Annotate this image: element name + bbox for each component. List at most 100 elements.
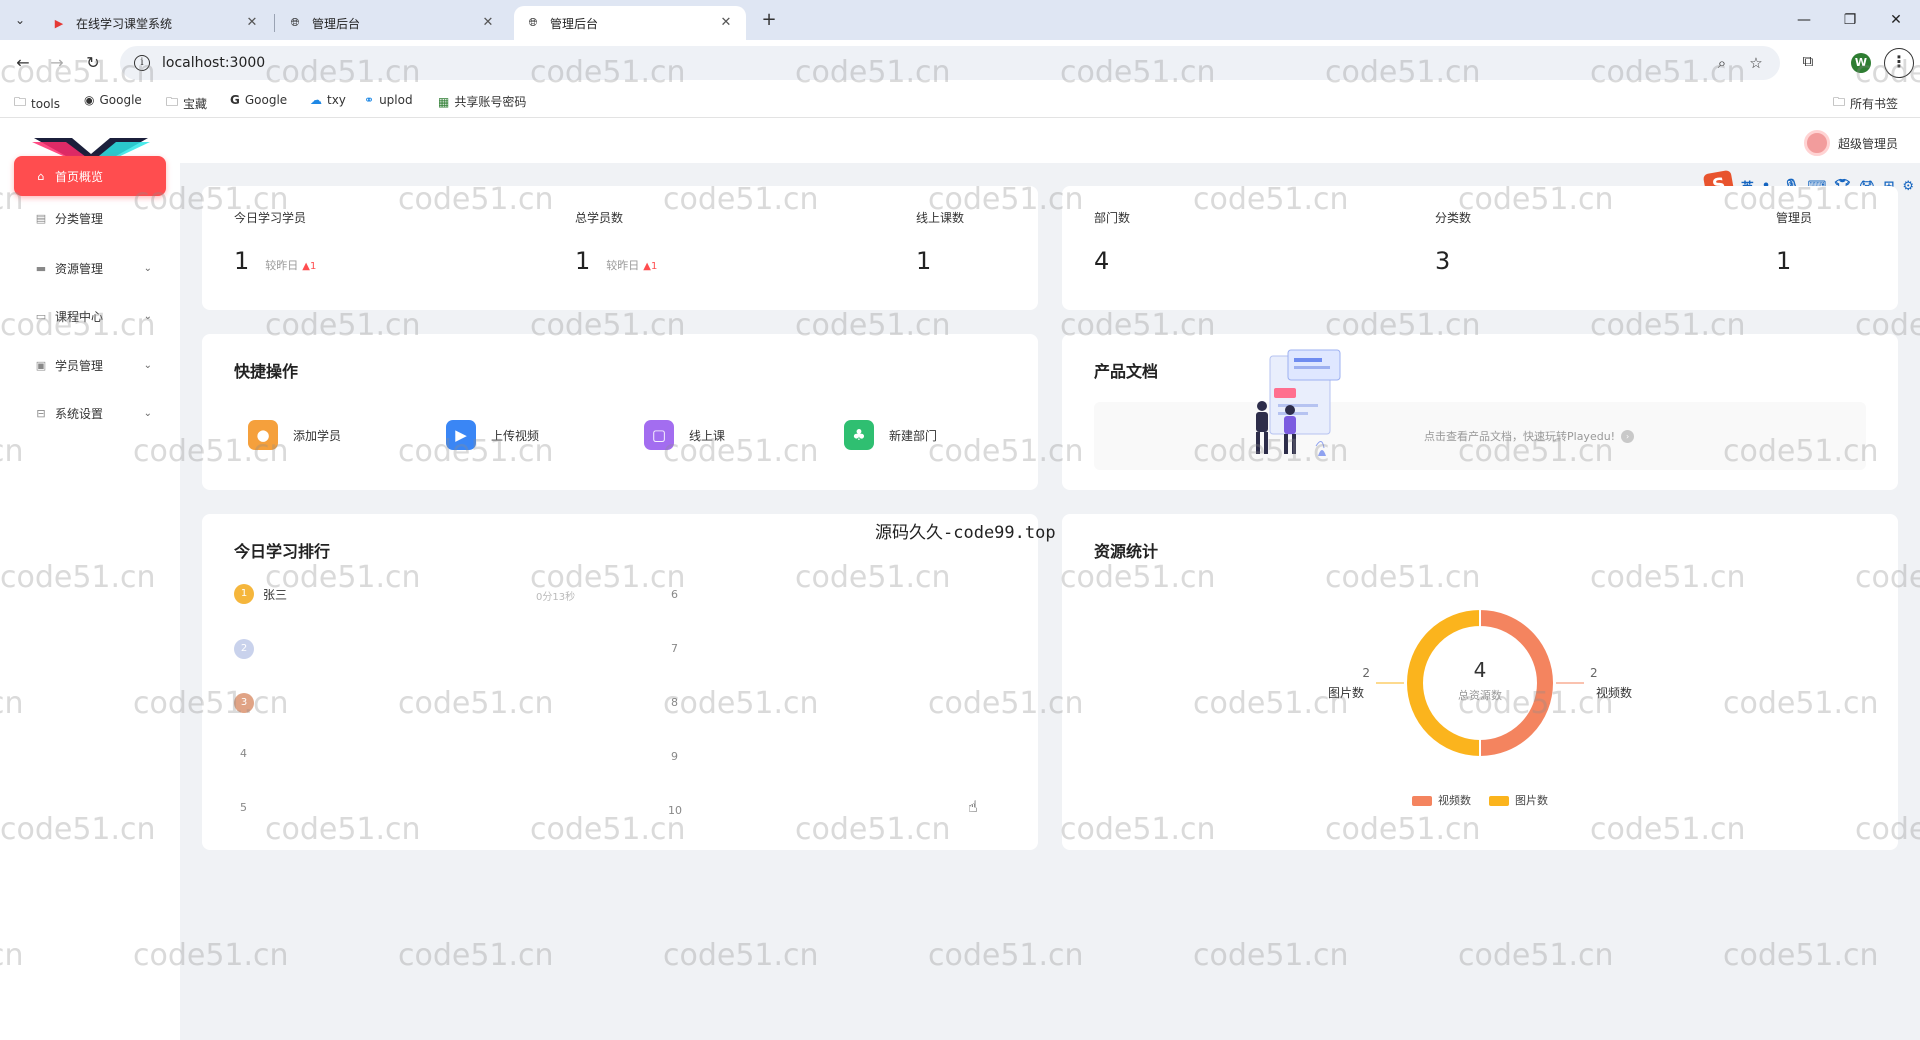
profile-avatar[interactable]: W xyxy=(1851,53,1871,73)
sidebar-item-label: 学员管理 xyxy=(55,358,104,373)
product-docs-link[interactable]: 点击查看产品文档，快速玩转Playedu! › xyxy=(1424,428,1635,444)
extensions-puzzle-icon[interactable]: ⧉ xyxy=(1797,52,1819,74)
sidebar-item-overview-active[interactable]: ⌂ 首页概览 xyxy=(14,156,166,196)
folder-icon: 🗀︎ xyxy=(1833,95,1846,109)
legend-item-image[interactable]: 图片数 xyxy=(1489,792,1548,808)
sidebar-item-label: 首页概览 xyxy=(55,169,104,184)
quick-upload-video[interactable]: ▶ 上传视频 xyxy=(446,420,539,450)
browser-tab-2[interactable]: 🌐︎ 管理后台 ✕ xyxy=(276,6,508,40)
forward-icon[interactable]: → xyxy=(46,52,68,74)
online-course-icon: ▢ xyxy=(644,420,674,450)
docs-illustration xyxy=(1256,349,1341,456)
bookmark-star-icon[interactable]: ☆ xyxy=(1746,53,1766,73)
tab-search-chevron-icon[interactable]: ⌄ xyxy=(8,9,32,31)
chevron-down-icon: ⌄ xyxy=(143,310,152,322)
tab-close-icon[interactable]: ✕ xyxy=(244,15,260,31)
rank-row-1: 1 张三 xyxy=(234,584,287,604)
sidebar-item-students[interactable]: ▣ 学员管理 ⌄ xyxy=(14,345,166,385)
tab-close-icon[interactable]: ✕ xyxy=(718,15,734,31)
sidebar-item-courses[interactable]: ▭ 课程中心 ⌄ xyxy=(14,296,166,336)
admin-user-menu[interactable]: 超级管理员 xyxy=(1803,130,1898,156)
quick-action-label: 上传视频 xyxy=(491,428,540,443)
sidebar-item-resources[interactable]: ▬ 资源管理 ⌄ xyxy=(14,248,166,288)
close-window-button[interactable]: ✕ xyxy=(1876,8,1916,32)
all-bookmarks[interactable]: 🗀︎ 所有书签 xyxy=(1833,93,1898,114)
bookmark-google-2[interactable]: G Google xyxy=(230,93,287,107)
bookmark-label: 宝藏 xyxy=(183,97,208,111)
quick-add-student[interactable]: ● 添加学员 xyxy=(248,420,341,450)
donut-slice-image[interactable] xyxy=(1405,607,1481,759)
stat-online-courses: 线上课数 1 xyxy=(916,209,964,275)
stat-value: 1 xyxy=(234,247,250,275)
rank-row-7: 7 xyxy=(671,642,678,655)
legend-item-video[interactable]: 视频数 xyxy=(1412,792,1471,808)
bookmark-label: txy xyxy=(327,93,346,107)
link-icon: ⚭ xyxy=(364,93,375,107)
app-header: 超级管理员 xyxy=(0,118,1920,168)
section-title: 今日学习排行 xyxy=(234,542,331,561)
bookmark-google-1[interactable]: ◉ Google xyxy=(84,93,142,107)
category-icon: ▤ xyxy=(35,211,47,225)
settings-icon: ⊟ xyxy=(36,406,46,420)
url-text[interactable]: localhost:3000 xyxy=(162,55,1698,71)
browser-tab-1[interactable]: ▶ 在线学习课堂系统 ✕ xyxy=(40,6,272,40)
globe-icon: 🌐︎ xyxy=(528,16,538,29)
rank-number: 4 xyxy=(240,747,247,760)
restore-button[interactable]: ❐ xyxy=(1830,8,1870,32)
chevron-down-icon: ⌄ xyxy=(143,359,152,371)
reload-icon[interactable]: ↻ xyxy=(82,52,104,74)
bookmark-label: tools xyxy=(31,96,60,111)
stat-delta: ▲1 xyxy=(302,261,317,272)
back-icon[interactable]: ← xyxy=(12,52,34,74)
bookmark-tools[interactable]: 🗀︎ tools xyxy=(14,93,60,114)
bookmark-shared-accounts[interactable]: ▦ 共享账号密码 xyxy=(438,93,526,110)
folder-icon: 🗀︎ xyxy=(166,95,179,109)
rank-number: 6 xyxy=(671,588,678,601)
zoom-icon[interactable]: ⌕ xyxy=(1712,53,1732,73)
sidebar-item-category[interactable]: ▤ 分类管理 xyxy=(14,198,166,238)
rank-row-2: 2 xyxy=(234,639,263,659)
sidebar-item-label: 分类管理 xyxy=(55,211,104,226)
quick-actions-card: 快捷操作 ● 添加学员 ▶ 上传视频 ▢ 线上课 ♣ 新建部门 xyxy=(202,334,1038,490)
bookmark-txy[interactable]: ☁ txy xyxy=(310,93,346,107)
quick-action-label: 添加学员 xyxy=(293,428,342,443)
rank-row-8: 8 xyxy=(671,696,678,709)
address-bar[interactable]: i localhost:3000 ⌕ ☆ xyxy=(120,46,1780,80)
donut-slice-video[interactable] xyxy=(1479,607,1555,759)
globe-icon: ◉ xyxy=(84,93,95,107)
resource-donut-chart: 2 视频数 2 图片数 4 总资源数 xyxy=(1328,607,1632,759)
stat-label: 线上课数 xyxy=(916,211,965,225)
rank-row-10: 10 xyxy=(668,804,682,817)
sidebar-item-settings[interactable]: ⊟ 系统设置 ⌄ xyxy=(14,393,166,433)
stat-value: 1 xyxy=(1776,247,1792,275)
product-docs-banner[interactable]: 点击查看产品文档，快速玩转Playedu! › xyxy=(1094,402,1866,470)
rank-number: 9 xyxy=(671,750,678,763)
donut-center-label: 总资源数 xyxy=(1458,688,1502,702)
rank-number: 7 xyxy=(671,642,678,655)
mouse-cursor-icon: ☝ xyxy=(968,797,978,816)
gold-medal-icon: 1 xyxy=(234,584,254,604)
new-tab-button[interactable]: + xyxy=(758,9,780,31)
gear-icon[interactable]: ⚙ xyxy=(1902,179,1914,194)
bookmark-label: Google xyxy=(244,93,288,107)
browser-menu-icon[interactable]: ⋮ xyxy=(1884,48,1914,78)
quick-new-department[interactable]: ♣ 新建部门 xyxy=(844,420,937,450)
quick-online-course[interactable]: ▢ 线上课 xyxy=(644,420,725,450)
tab-close-icon[interactable]: ✕ xyxy=(480,15,496,31)
bookmark-baozang[interactable]: 🗀︎ 宝藏 xyxy=(166,93,207,114)
section-title: 产品文档 xyxy=(1094,362,1159,381)
bookmark-uplod[interactable]: ⚭ uplod xyxy=(364,93,413,107)
minimize-button[interactable]: — xyxy=(1784,8,1824,32)
add-user-icon: ● xyxy=(248,420,278,450)
stat-label: 分类数 xyxy=(1435,211,1472,225)
site-info-icon[interactable]: i xyxy=(134,55,150,71)
product-docs-card: 产品文档 点击查看产品文档，快速玩转Playedu! › xyxy=(1062,334,1898,490)
quick-action-label: 线上课 xyxy=(689,428,726,443)
chevron-down-icon: ⌄ xyxy=(143,407,152,419)
rank-row-4: 4 xyxy=(240,747,247,760)
quick-action-label: 新建部门 xyxy=(889,428,938,443)
browser-tab-3-active[interactable]: 🌐︎ 管理后台 ✕ xyxy=(514,6,746,40)
sidebar-item-label: 资源管理 xyxy=(55,261,104,276)
rank-number: 10 xyxy=(668,804,682,817)
sidebar: ⌂ 首页概览 xyxy=(0,163,180,1040)
